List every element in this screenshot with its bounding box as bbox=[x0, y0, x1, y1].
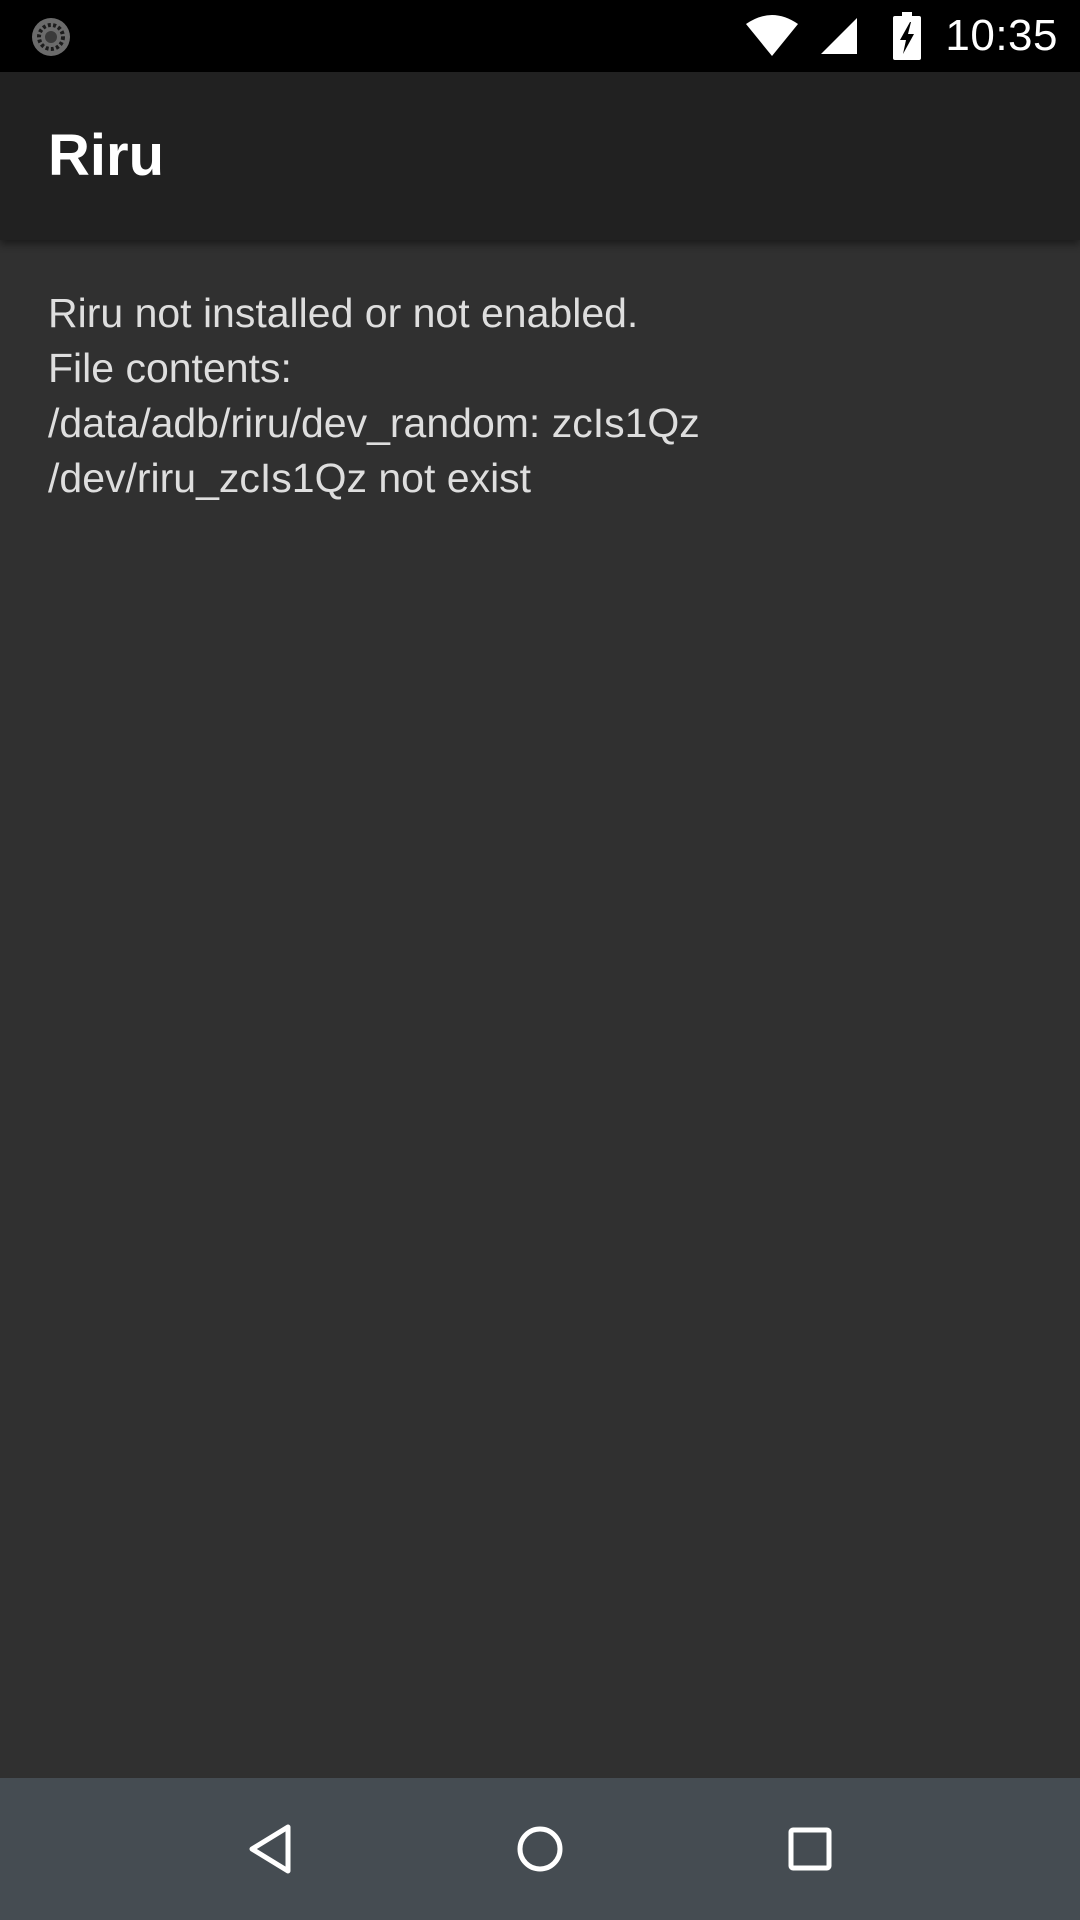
message-line: Riru not installed or not enabled. bbox=[48, 290, 639, 336]
wifi-icon bbox=[746, 15, 799, 56]
status-message: Riru not installed or not enabled. File … bbox=[48, 286, 700, 506]
back-button[interactable] bbox=[220, 1799, 320, 1899]
battery-charging-icon bbox=[893, 12, 922, 60]
main-content: Riru not installed or not enabled. File … bbox=[0, 240, 1080, 1778]
app-bar: Riru bbox=[0, 72, 1080, 240]
app-title: Riru bbox=[48, 123, 164, 188]
cell-signal-icon bbox=[821, 18, 858, 54]
message-line: /data/adb/riru/dev_random: zcIs1Qz bbox=[48, 400, 700, 446]
status-bar: 10:35 bbox=[0, 0, 1080, 72]
message-line: /dev/riru_zcIs1Qz not exist bbox=[48, 455, 532, 501]
recents-icon bbox=[788, 1827, 832, 1871]
home-icon bbox=[517, 1826, 563, 1872]
back-icon bbox=[249, 1824, 291, 1874]
message-line: File contents: bbox=[48, 345, 292, 391]
status-clock: 10:35 bbox=[945, 11, 1058, 60]
status-icons: 10:35 bbox=[745, 0, 1058, 72]
sync-icon bbox=[32, 18, 70, 56]
navigation-bar bbox=[0, 1778, 1080, 1920]
home-button[interactable] bbox=[490, 1799, 590, 1899]
screen: 10:35 Riru Riru not installed or not ena… bbox=[0, 0, 1080, 1920]
recents-button[interactable] bbox=[760, 1799, 860, 1899]
